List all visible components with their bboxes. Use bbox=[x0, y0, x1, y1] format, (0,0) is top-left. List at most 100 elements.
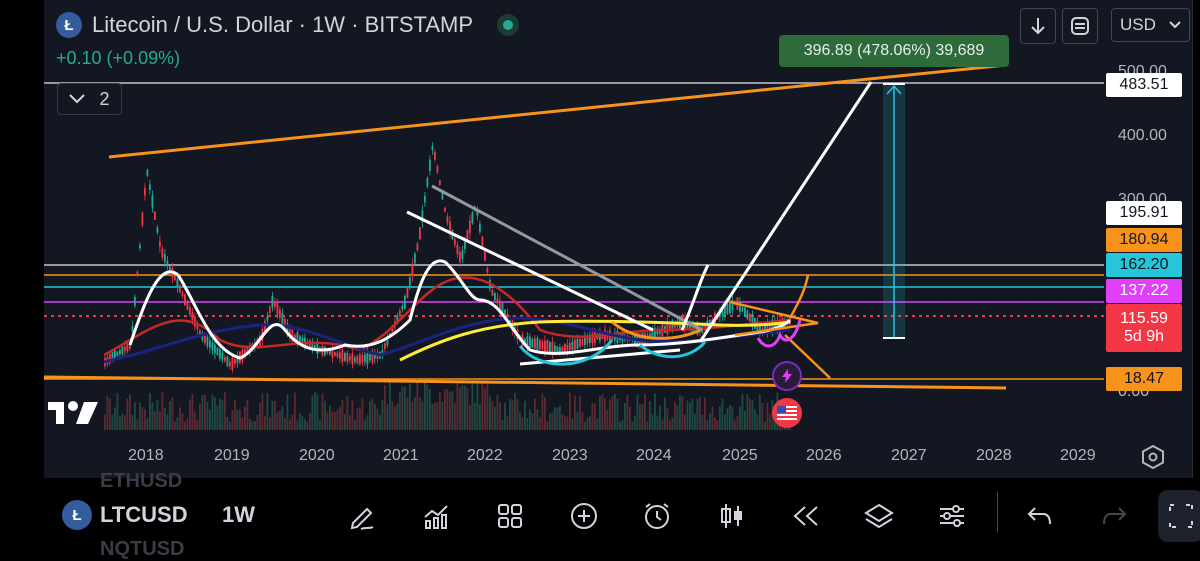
volume-bar bbox=[711, 406, 714, 430]
candle-body bbox=[369, 354, 371, 361]
grid-icon bbox=[498, 504, 522, 528]
volume-bars bbox=[104, 379, 791, 430]
volume-bar bbox=[386, 404, 389, 430]
volume-bar bbox=[634, 415, 636, 430]
candle-body bbox=[739, 301, 741, 312]
volume-bar bbox=[724, 414, 726, 430]
price-chart[interactable] bbox=[0, 0, 1200, 478]
volume-bar bbox=[191, 394, 194, 430]
fullscreen-button[interactable] bbox=[1158, 490, 1200, 542]
indicator-count: 2 bbox=[99, 88, 110, 109]
candle-body bbox=[419, 226, 421, 240]
indicators-button[interactable] bbox=[418, 498, 454, 534]
volume-bar bbox=[351, 400, 354, 430]
volume-bar bbox=[414, 396, 416, 430]
volume-bar bbox=[636, 394, 639, 430]
volume-bar bbox=[536, 409, 539, 430]
volume-bar bbox=[384, 385, 386, 430]
volume-bar bbox=[301, 415, 304, 430]
volume-bar bbox=[334, 412, 336, 430]
volume-bar bbox=[234, 399, 236, 430]
candle-body bbox=[484, 251, 486, 261]
download-button[interactable] bbox=[1020, 8, 1056, 44]
compare-button[interactable] bbox=[566, 498, 602, 534]
volume-bar bbox=[249, 418, 251, 430]
time-axis-label: 2022 bbox=[467, 447, 503, 464]
volume-bar bbox=[531, 413, 534, 430]
volume-bar bbox=[584, 421, 586, 430]
candle-body bbox=[544, 340, 546, 352]
candle-body bbox=[141, 212, 144, 226]
volume-bar bbox=[356, 408, 359, 430]
settings-button[interactable] bbox=[934, 498, 970, 534]
layouts-button[interactable] bbox=[492, 498, 528, 534]
time-axis-label: 2019 bbox=[214, 447, 250, 464]
volume-bar bbox=[641, 404, 644, 430]
volume-bar bbox=[654, 393, 656, 430]
chart-type-button[interactable] bbox=[714, 498, 750, 534]
volume-bar bbox=[691, 398, 694, 430]
volume-bar bbox=[121, 413, 124, 430]
volume-bar bbox=[109, 398, 111, 430]
price-tag-137: 137.22 bbox=[1106, 279, 1182, 303]
candle-body bbox=[404, 295, 406, 309]
volume-bar bbox=[111, 414, 114, 430]
screen-mode-button[interactable] bbox=[1062, 8, 1098, 44]
volume-bar bbox=[396, 403, 399, 430]
redo-button[interactable] bbox=[1096, 498, 1132, 534]
volume-bar bbox=[746, 394, 749, 430]
volume-bar bbox=[621, 419, 624, 430]
candle-body bbox=[144, 188, 146, 196]
chart-header: Ł Litecoin / U.S. Dollar · 1W · BITSTAMP bbox=[56, 12, 520, 38]
volume-bar bbox=[354, 419, 356, 430]
candle-body bbox=[549, 341, 551, 353]
volume-bar bbox=[466, 387, 469, 430]
time-axis-label: 2029 bbox=[1060, 447, 1096, 464]
volume-bar bbox=[739, 406, 741, 430]
volume-bar bbox=[464, 385, 466, 430]
volume-bar bbox=[329, 406, 331, 430]
us-flag-event-icon[interactable] bbox=[772, 398, 802, 428]
symbol-button[interactable]: Ł LTCUSD bbox=[62, 500, 188, 530]
candle-body bbox=[426, 178, 429, 187]
chart-settings-button[interactable] bbox=[1140, 444, 1166, 475]
lightning-event-icon[interactable] bbox=[772, 361, 802, 391]
candle-body bbox=[231, 357, 234, 371]
symbol-title[interactable]: Litecoin / U.S. Dollar · 1W · BITSTAMP bbox=[92, 12, 473, 38]
volume-bar bbox=[321, 393, 324, 430]
indicators-collapse-button[interactable]: 2 bbox=[57, 83, 122, 115]
interval-button[interactable]: 1W bbox=[222, 502, 255, 528]
candle-body bbox=[279, 309, 281, 318]
symbol-label: LTCUSD bbox=[100, 502, 188, 527]
volume-bar bbox=[359, 407, 361, 430]
volume-bar bbox=[394, 406, 396, 430]
volume-bar bbox=[661, 419, 664, 430]
indicator-chart-icon bbox=[424, 505, 448, 529]
candle-body bbox=[149, 184, 151, 190]
volume-bar bbox=[484, 388, 486, 430]
candle-body bbox=[211, 342, 214, 351]
candle-body bbox=[209, 340, 211, 348]
object-tree-button[interactable] bbox=[861, 498, 897, 534]
volume-bar bbox=[521, 417, 524, 430]
volume-bar bbox=[416, 379, 419, 430]
volume-bar bbox=[606, 409, 609, 430]
volume-bar bbox=[549, 413, 551, 430]
market-status-icon[interactable] bbox=[497, 14, 520, 36]
price-tag-last: 115.59 5d 9h bbox=[1106, 304, 1182, 352]
alert-button[interactable] bbox=[639, 498, 675, 534]
currency-select[interactable]: USD bbox=[1111, 8, 1190, 42]
volume-bar bbox=[174, 421, 176, 430]
volume-bar bbox=[264, 415, 266, 430]
time-axis-label: 2024 bbox=[636, 447, 672, 464]
volume-bar bbox=[736, 415, 739, 430]
replay-button[interactable] bbox=[788, 498, 824, 534]
volume-bar bbox=[454, 403, 456, 430]
undo-button[interactable] bbox=[1022, 498, 1058, 534]
drawing-tool-button[interactable] bbox=[344, 498, 380, 534]
volume-bar bbox=[156, 399, 159, 430]
volume-bar bbox=[514, 392, 516, 430]
candle-body bbox=[214, 344, 216, 354]
candle-body bbox=[541, 341, 544, 350]
volume-bar bbox=[556, 407, 559, 430]
